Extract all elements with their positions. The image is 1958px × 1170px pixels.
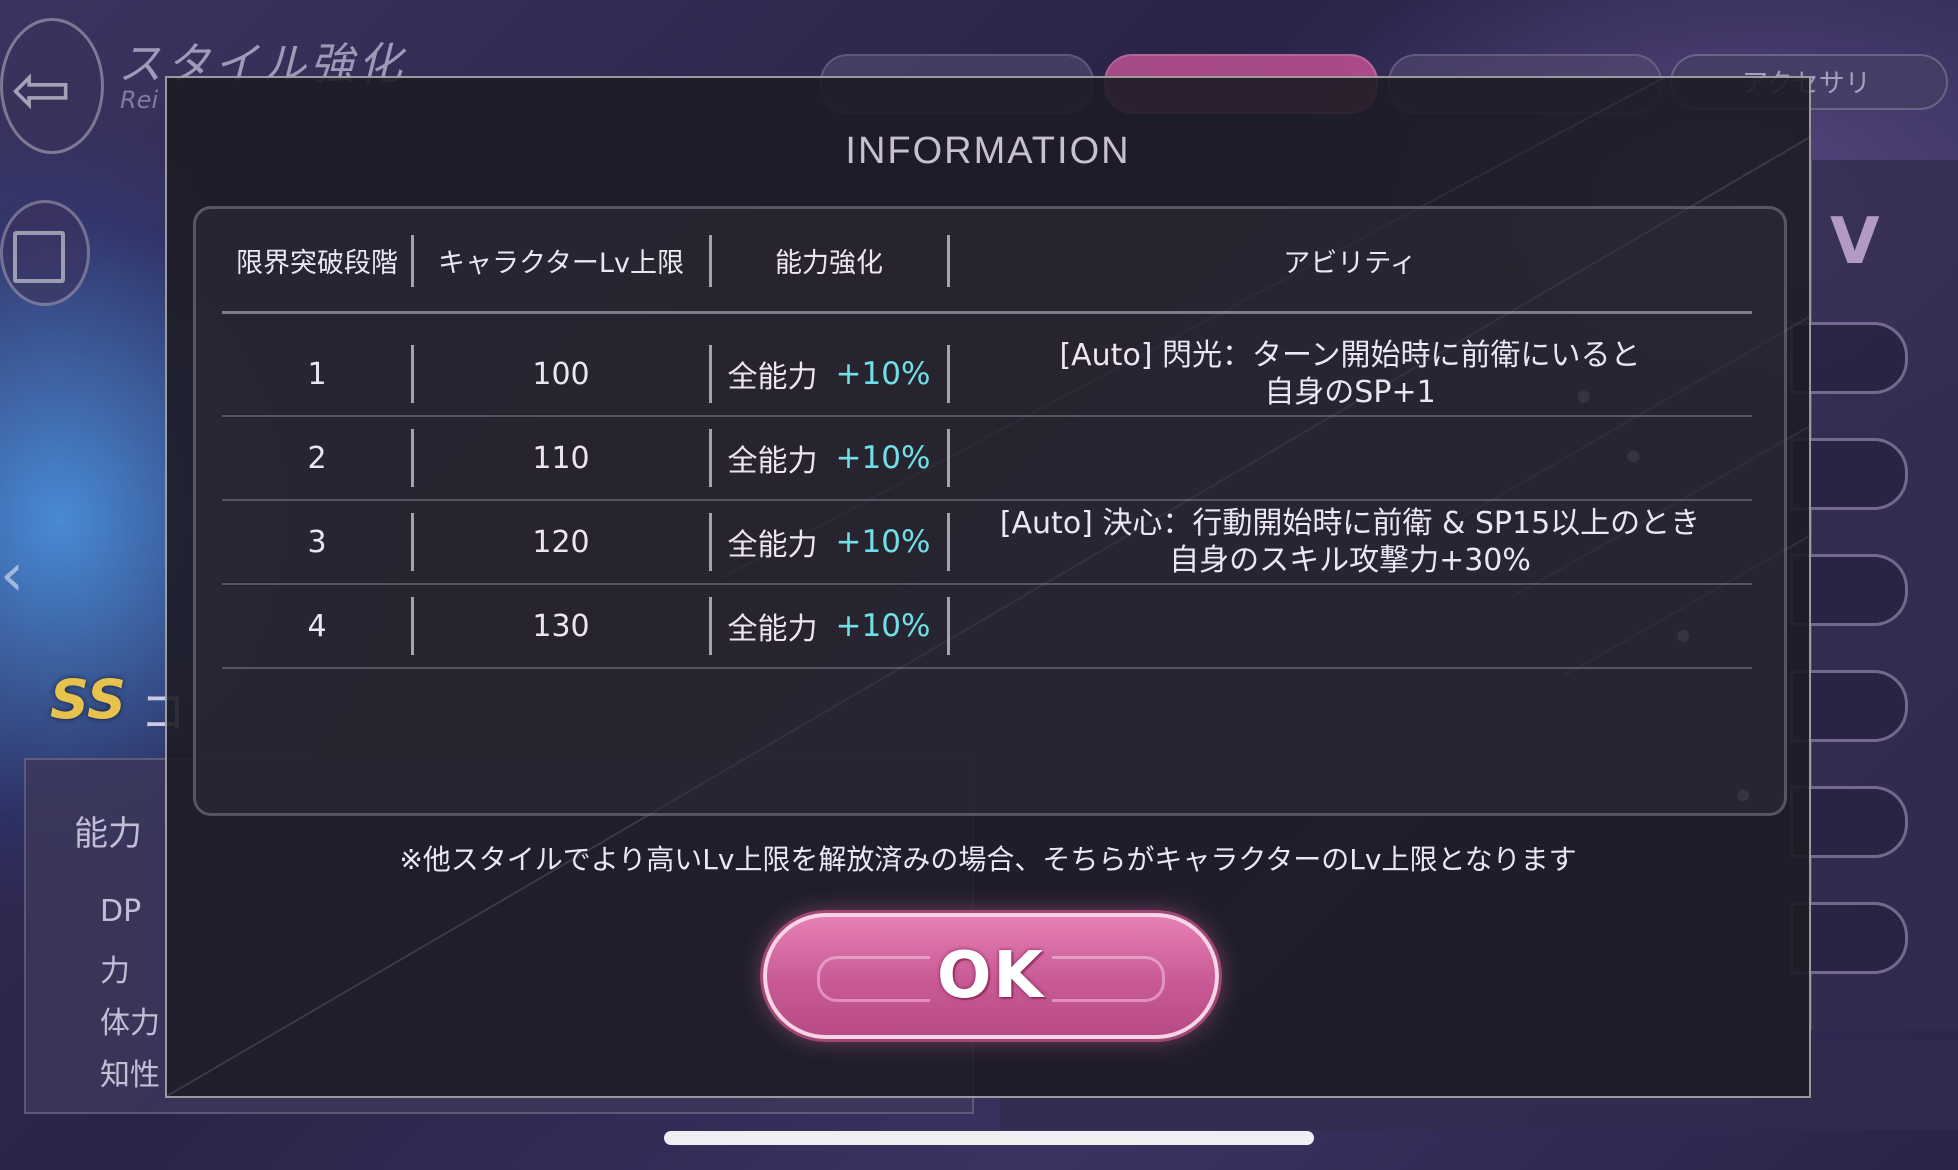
cell-ability: [Auto] 決心：行動開始時に前衛 & SP15以上のとき 自身のスキル攻撃力… <box>948 501 1752 583</box>
ok-button[interactable]: OK <box>763 913 1219 1039</box>
cell-enhance: 全能力 +10% <box>710 417 948 499</box>
header-enhance: 能力強化 <box>775 247 883 279</box>
cell-level-cap: 120 <box>532 524 590 560</box>
cell-level-cap: 130 <box>532 608 590 644</box>
ability-line: 自身のSP+1 <box>1264 375 1436 410</box>
enhance-value: +10% <box>835 356 931 392</box>
information-dialog: INFORMATION 限界突破段階 キャラクターLv上限 能力強化 アビリティ… <box>165 76 1811 1098</box>
header-ability: アビリティ <box>1283 247 1417 279</box>
enhance-value: +10% <box>835 524 931 560</box>
home-indicator[interactable] <box>664 1131 1314 1145</box>
column-divider <box>947 429 950 487</box>
column-divider <box>709 429 712 487</box>
stat-label: DP <box>100 894 142 929</box>
column-divider <box>709 597 712 655</box>
cell-ability: [Auto] 閃光：ターン開始時に前衛にいると 自身のSP+1 <box>948 333 1752 415</box>
column-divider <box>411 235 414 287</box>
rank-badge: SS <box>50 668 126 731</box>
back-arrow-icon: ⇦ <box>11 47 72 131</box>
cell-enhance: 全能力 +10% <box>710 333 948 415</box>
column-divider <box>411 429 414 487</box>
cell-level-cap: 110 <box>532 440 590 476</box>
column-divider <box>411 345 414 403</box>
level-cap-note: ※他スタイルでより高いLv上限を解放済みの場合、そちらがキャラクターのLv上限と… <box>399 843 1577 876</box>
table-header-row: 限界突破段階 キャラクターLv上限 能力強化 アビリティ <box>222 209 1752 314</box>
chevron-left-icon[interactable]: ‹ <box>0 540 24 610</box>
cell-enhance: 全能力 +10% <box>710 501 948 583</box>
cell-ability <box>948 585 1752 667</box>
header-level-cap: キャラクターLv上限 <box>438 247 684 279</box>
ability-line: 自身のスキル攻撃力+30% <box>1169 543 1531 578</box>
header-stage: 限界突破段階 <box>236 247 398 279</box>
table-row: 1 100 全能力 +10% [Auto] 閃光：ターン開始時に前衛にいると 自… <box>222 333 1752 417</box>
circuit-deco-right <box>1052 956 1165 1002</box>
enhance-label: 全能力 <box>727 612 818 647</box>
dialog-title: INFORMATION <box>845 130 1131 172</box>
stat-label: 力 <box>100 954 130 989</box>
stat-label: 知性 <box>100 1058 160 1093</box>
table-row: 2 110 全能力 +10% <box>222 417 1752 501</box>
enhance-label: 全能力 <box>727 360 818 395</box>
column-divider <box>411 597 414 655</box>
right-panel-heading: V <box>1830 205 1880 279</box>
table-row: 3 120 全能力 +10% [Auto] 決心：行動開始時に前衛 & SP15… <box>222 501 1752 585</box>
back-button[interactable]: ⇦ <box>0 18 104 154</box>
enhance-label: 全能力 <box>727 444 818 479</box>
cell-stage: 3 <box>307 524 327 560</box>
column-divider <box>947 235 950 287</box>
column-divider <box>709 513 712 571</box>
cell-enhance: 全能力 +10% <box>710 585 948 667</box>
ability-line: [Auto] 閃光：ターン開始時に前衛にいると <box>1059 338 1641 373</box>
column-divider <box>947 513 950 571</box>
cell-ability <box>948 417 1752 499</box>
column-divider <box>947 345 950 403</box>
enhance-value: +10% <box>835 608 931 644</box>
cell-stage: 4 <box>307 608 327 644</box>
screen-subtitle: Rei <box>120 86 159 114</box>
game-screen: ⇦ スタイル強化 Rei アクセサリ V ‹ SS コ 能力 DP 力 体力 知… <box>0 0 1958 1170</box>
stat-label: 体力 <box>100 1006 160 1041</box>
fullscreen-button[interactable] <box>0 200 90 306</box>
ability-line: [Auto] 決心：行動開始時に前衛 & SP15以上のとき <box>999 506 1701 541</box>
column-divider <box>947 597 950 655</box>
column-divider <box>411 513 414 571</box>
enhance-value: +10% <box>835 440 931 476</box>
cell-level-cap: 100 <box>532 356 590 392</box>
cell-stage: 1 <box>307 356 327 392</box>
ok-button-label: OK <box>937 939 1045 1013</box>
stats-heading: 能力 <box>74 814 142 854</box>
column-divider <box>709 345 712 403</box>
limit-break-table: 限界突破段階 キャラクターLv上限 能力強化 アビリティ 1 100 全能力 +… <box>193 206 1787 816</box>
table-row: 4 130 全能力 +10% <box>222 585 1752 669</box>
cell-stage: 2 <box>307 440 327 476</box>
expand-icon <box>13 231 65 283</box>
column-divider <box>709 235 712 287</box>
enhance-label: 全能力 <box>727 528 818 563</box>
circuit-deco-left <box>817 956 930 1002</box>
